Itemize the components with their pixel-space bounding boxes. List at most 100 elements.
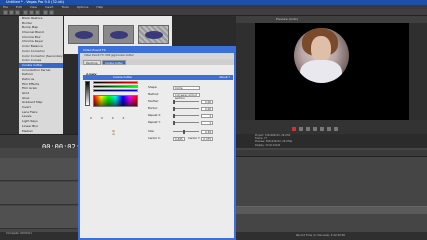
next-frame-button[interactable]: [334, 127, 338, 131]
redo-icon[interactable]: [49, 10, 54, 15]
prev-frame-button[interactable]: [327, 127, 331, 131]
loop-button[interactable]: [299, 127, 303, 131]
dialog-title: Video Event FX: [83, 48, 106, 52]
size-label: Size:: [148, 129, 155, 133]
body-shape: [300, 60, 342, 83]
feather-value[interactable]: 0.00: [201, 99, 213, 104]
eye-image: [110, 31, 128, 39]
center-y-label: Center Y:: [188, 136, 201, 140]
stop-button[interactable]: [320, 127, 324, 131]
video-event-fx-dialog: Video Event FX Video Event FX: 003.jpg/C…: [78, 46, 236, 240]
mouse-cursor-icon: ⌛: [111, 130, 116, 135]
border-label: Border:: [148, 106, 158, 110]
size-value[interactable]: 0.39: [201, 129, 213, 134]
play-button[interactable]: [306, 127, 310, 131]
transport-controls: [236, 120, 427, 134]
rgba-values: 0 0 0 0: [86, 117, 142, 121]
tab-cookie-cutter[interactable]: Cookie Cutter: [102, 60, 126, 65]
preview-toolbar: Preview (Auto): [236, 16, 427, 23]
preset-thumbnail[interactable]: [103, 25, 134, 44]
repeat-x-slider[interactable]: [173, 113, 199, 118]
preset-thumbnail[interactable]: [138, 25, 169, 44]
shape-row: Shape: Circle: [148, 85, 233, 90]
dialog-tabs: Pan/Crop Cookie Cutter: [80, 59, 234, 65]
list-item[interactable]: Median: [19, 129, 63, 134]
feather-label: Feather:: [148, 99, 160, 103]
preset-thumbnail[interactable]: [68, 25, 99, 44]
size-slider[interactable]: [173, 129, 199, 134]
border-slider[interactable]: [173, 106, 199, 111]
blue-slider[interactable]: [93, 89, 138, 92]
repeat-x-label: Repeat X:: [148, 113, 162, 117]
shape-dropdown[interactable]: Circle: [173, 85, 200, 90]
feather-row: Feather: 0.00: [148, 99, 233, 104]
left-status: Complete: 00:00:01: [0, 232, 78, 240]
eye-image: [75, 31, 93, 39]
tab-pan-crop[interactable]: Pan/Crop: [83, 60, 101, 65]
rgba-value[interactable]: 0: [108, 117, 118, 120]
cut-icon[interactable]: [23, 10, 28, 15]
rgba-value[interactable]: 0: [97, 117, 107, 120]
feather-slider[interactable]: [173, 99, 199, 104]
method-dropdown[interactable]: Cut away all but section: [173, 92, 200, 99]
status-bar: Record Time (2 channels): 2:42:20:36: [236, 232, 427, 240]
repeat-x-value[interactable]: 1: [201, 113, 213, 118]
center-x-value[interactable]: 0.495: [173, 136, 185, 141]
window-title: Untitled * - Vegas Pro 9.0 (32-bit): [6, 0, 65, 4]
center-y-value[interactable]: 0.375: [201, 136, 213, 141]
fx-chain-label: Video Event FX: 003.jpg/Cookie Cutter: [84, 54, 134, 57]
color-swatch[interactable]: [85, 81, 90, 106]
method-row: Method: Cut away all but section: [148, 92, 233, 99]
open-icon[interactable]: [9, 10, 14, 15]
undo-icon[interactable]: [43, 10, 48, 15]
repeat-y-label: Repeat Y:: [148, 120, 161, 124]
size-row: Size: 0.39: [148, 129, 233, 134]
rgba-value[interactable]: 0: [86, 117, 96, 120]
shape-label: Shape:: [148, 85, 158, 89]
render-status: Complete: 00:00:01: [6, 232, 32, 235]
center-x-text: 0.495: [175, 136, 183, 141]
fx-list: Black Restore Border Bump Map Channel Bl…: [19, 16, 63, 134]
rgba-value[interactable]: 0: [118, 117, 128, 120]
slider-knob[interactable]: [173, 120, 175, 125]
record-button[interactable]: [292, 127, 296, 131]
new-icon[interactable]: [3, 10, 8, 15]
repeat-y-value[interactable]: 1: [201, 120, 213, 125]
shape-value: Circle: [175, 85, 183, 90]
about-button[interactable]: About ?: [219, 75, 230, 80]
preview-quality-dropdown[interactable]: Preview (Auto): [276, 17, 298, 21]
cookie-cutter-preview-image: [294, 28, 349, 83]
preview-info-line: Display: 171x114x32: [255, 143, 281, 147]
color-picker: [85, 81, 140, 114]
method-label: Method:: [148, 92, 159, 96]
main-toolbar: [0, 9, 427, 16]
red-slider[interactable]: [93, 81, 138, 84]
copy-icon[interactable]: [29, 10, 34, 15]
face-shape: [311, 36, 331, 62]
slider-knob[interactable]: [173, 106, 175, 111]
paste-icon[interactable]: [35, 10, 40, 15]
preview-info: Project: 720x480x32, 29.970i Frame: 77 P…: [255, 134, 405, 148]
track-header[interactable]: [0, 182, 78, 205]
center-row: Center X: 0.495 Center Y: 0.375: [148, 136, 233, 141]
track-header[interactable]: [0, 206, 78, 229]
center-x-label: Center X:: [148, 136, 161, 140]
plugin-name: Cookie Cutter: [113, 75, 133, 79]
timeline-ruler[interactable]: [236, 150, 427, 157]
track-header[interactable]: [0, 158, 78, 181]
border-value[interactable]: 0.00: [201, 106, 213, 111]
green-slider[interactable]: [93, 85, 138, 88]
border-row: Border: 0.00: [148, 106, 233, 111]
repeat-y-row: Repeat Y: 1: [148, 120, 233, 125]
record-time: Record Time (2 channels): 2:42:20:36: [296, 234, 345, 237]
repeat-y-slider[interactable]: [173, 120, 199, 125]
color-spectrum[interactable]: [93, 95, 138, 107]
plugin-header: Cookie Cutter About ?: [83, 75, 233, 80]
save-icon[interactable]: [15, 10, 20, 15]
slider-knob[interactable]: [183, 129, 185, 134]
slider-knob[interactable]: [173, 113, 175, 118]
repeat-x-row: Repeat X: 1: [148, 113, 233, 118]
eye-image: [145, 31, 163, 39]
pause-button[interactable]: [313, 127, 317, 131]
slider-knob[interactable]: [173, 99, 175, 104]
